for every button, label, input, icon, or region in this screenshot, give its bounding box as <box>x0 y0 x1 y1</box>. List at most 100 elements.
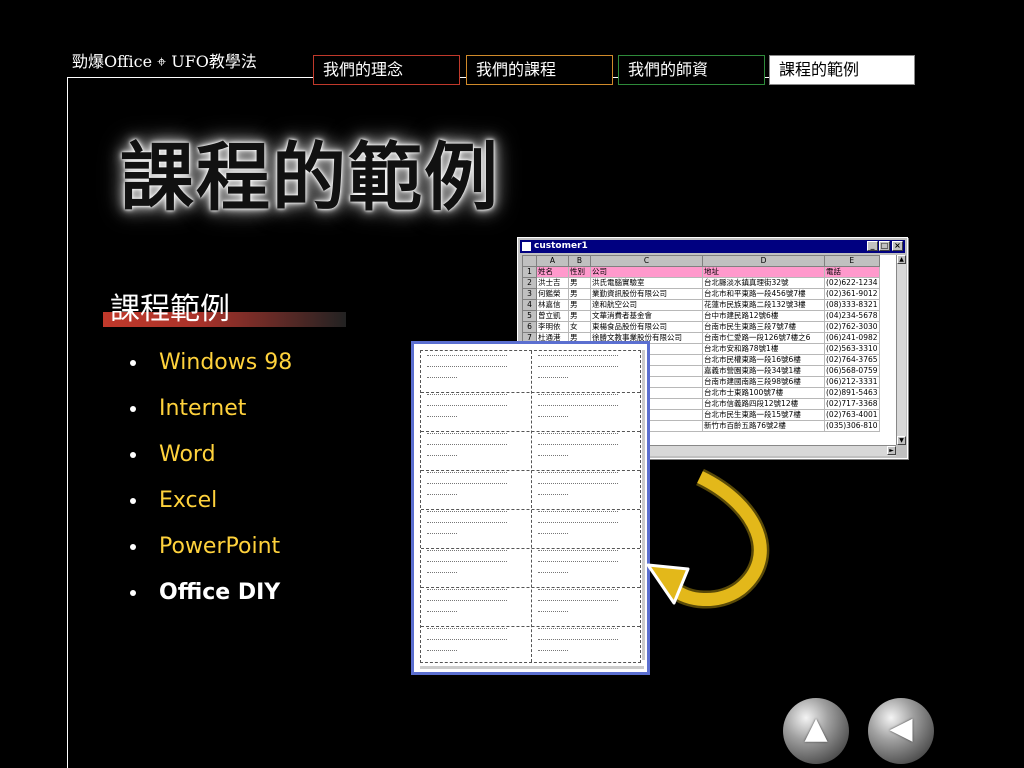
course-label: Windows 98 <box>159 350 293 375</box>
table-cell[interactable]: (02)717-3368 <box>824 398 880 410</box>
column-header-row: ABCDE <box>522 255 880 267</box>
scroll-right-icon[interactable]: ► <box>887 446 896 455</box>
table-cell[interactable]: (08)333-8321 <box>824 299 880 311</box>
table-cell[interactable]: 男 <box>568 277 591 289</box>
list-item: Internet <box>130 386 292 432</box>
table-cell[interactable]: 台北市民生東路一段15號7樓 <box>702 409 825 421</box>
table-cell[interactable]: 達和航空公司 <box>590 299 703 311</box>
label-text-line <box>427 444 507 447</box>
label-text-line <box>427 550 507 553</box>
table-cell[interactable]: 姓名 <box>536 266 569 278</box>
table-cell[interactable]: 業勤資訊股份有限公司 <box>590 288 703 300</box>
bullet-dot-icon <box>130 406 136 412</box>
table-cell[interactable]: 電話 <box>824 266 880 278</box>
table-cell[interactable]: 林嘉信 <box>536 299 569 311</box>
excel-app-icon <box>522 242 531 251</box>
table-cell[interactable]: 男 <box>568 310 591 322</box>
window-title: customer1 <box>534 241 588 251</box>
tab-our-philosophy[interactable]: 我們的理念 <box>313 55 460 85</box>
table-cell[interactable]: 文華消費者基金會 <box>590 310 703 322</box>
bullet-dot-icon <box>130 360 136 366</box>
bullet-dot-icon <box>130 452 136 458</box>
table-cell[interactable]: 女 <box>568 321 591 333</box>
row-header[interactable]: 1 <box>522 266 537 278</box>
corner-cell[interactable] <box>522 255 537 267</box>
scroll-up-icon[interactable]: ▲ <box>897 255 906 264</box>
maximize-icon[interactable]: □ <box>879 241 890 251</box>
minimize-icon[interactable]: _ <box>867 241 878 251</box>
list-item: Excel <box>130 478 292 524</box>
table-cell[interactable]: 洪氏電腦實驗室 <box>590 277 703 289</box>
table-cell[interactable]: 男 <box>568 288 591 300</box>
table-cell[interactable]: 性別 <box>568 266 591 278</box>
table-cell[interactable]: 新竹市百齡五路76號2樓 <box>702 420 825 432</box>
table-cell[interactable]: 地址 <box>702 266 825 278</box>
table-cell[interactable]: 台北市安和路78號1樓 <box>702 343 825 355</box>
table-cell[interactable]: (06)212-3331 <box>824 376 880 388</box>
table-cell[interactable]: 何鑑榮 <box>536 288 569 300</box>
label-row-divider <box>421 548 640 549</box>
row-header[interactable]: 6 <box>522 321 537 333</box>
label-text-line <box>538 639 618 642</box>
table-cell[interactable]: (02)764-3765 <box>824 354 880 366</box>
table-row: 2 洪士吉男洪氏電腦實驗室 台北縣淡水鎮真理街32號 (02)622-1234 <box>522 277 880 289</box>
tab-our-courses[interactable]: 我們的課程 <box>466 55 613 85</box>
label-row-divider <box>421 392 640 393</box>
table-cell[interactable]: (06)568-0759 <box>824 365 880 377</box>
row-header[interactable]: 3 <box>522 288 537 300</box>
tab-our-teachers[interactable]: 我們的師資 <box>618 55 765 85</box>
column-header[interactable]: A <box>536 255 569 267</box>
row-header[interactable]: 2 <box>522 277 537 289</box>
table-cell[interactable]: 台北市民權東路一段16號6樓 <box>702 354 825 366</box>
column-header[interactable]: E <box>824 255 880 267</box>
nav-up-button[interactable]: ▲ <box>783 698 849 764</box>
table-cell[interactable]: (06)241-0982 <box>824 332 880 344</box>
column-header[interactable]: C <box>590 255 703 267</box>
tab-course-examples[interactable]: 課程的範例 <box>769 55 915 85</box>
table-cell[interactable]: (02)762-3030 <box>824 321 880 333</box>
table-cell[interactable]: (04)234-5678 <box>824 310 880 322</box>
table-cell[interactable]: 男 <box>568 299 591 311</box>
nav-back-button[interactable]: ◀ <box>868 698 934 764</box>
table-cell[interactable]: 曾立凱 <box>536 310 569 322</box>
table-cell[interactable]: 花蓮市民族東路二段132號3樓 <box>702 299 825 311</box>
table-cell[interactable]: 洪士吉 <box>536 277 569 289</box>
scroll-down-icon[interactable]: ▼ <box>897 436 906 445</box>
table-cell[interactable]: 李明依 <box>536 321 569 333</box>
table-cell[interactable]: 台南市仁愛路一段126號7樓之6 <box>702 332 825 344</box>
row-header[interactable]: 4 <box>522 299 537 311</box>
table-cell[interactable]: (02)563-3310 <box>824 343 880 355</box>
row-header[interactable]: 5 <box>522 310 537 322</box>
label-text-line <box>538 600 618 603</box>
table-cell[interactable]: 台北縣淡水鎮真理街32號 <box>702 277 825 289</box>
table-cell[interactable]: 東楊食品股份有限公司 <box>590 321 703 333</box>
vertical-scrollbar[interactable]: ▲ ▼ <box>896 255 906 445</box>
column-header[interactable]: B <box>568 255 591 267</box>
table-cell[interactable]: (02)891-5463 <box>824 387 880 399</box>
table-cell[interactable]: 台北市信義路四段12號12樓 <box>702 398 825 410</box>
label-text-line <box>538 433 618 436</box>
table-cell[interactable]: 台南市民生東路三段7號7樓 <box>702 321 825 333</box>
table-cell[interactable]: (02)361-9012 <box>824 288 880 300</box>
label-text-line <box>538 416 568 419</box>
window-titlebar: customer1 _ □ × <box>520 240 905 253</box>
label-text-line <box>427 472 507 475</box>
table-cell[interactable]: (02)763-4001 <box>824 409 880 421</box>
label-column-divider <box>531 351 532 662</box>
table-cell[interactable]: 台南市建國南路三段98號6樓 <box>702 376 825 388</box>
label-text-line <box>538 366 618 369</box>
column-header[interactable]: D <box>702 255 825 267</box>
table-cell[interactable]: 台北市和平東路一段456號7樓 <box>702 288 825 300</box>
label-sheet <box>420 350 641 663</box>
table-cell[interactable]: 台北市士東路100號7樓 <box>702 387 825 399</box>
table-cell[interactable]: (02)622-1234 <box>824 277 880 289</box>
label-text-line <box>538 533 568 536</box>
list-item: PowerPoint <box>130 524 292 570</box>
close-icon[interactable]: × <box>892 241 903 251</box>
label-text-line <box>427 589 507 592</box>
table-cell[interactable]: 台中市建民路12號6樓 <box>702 310 825 322</box>
table-cell[interactable]: 公司 <box>590 266 703 278</box>
table-cell[interactable]: (035)306-810 <box>824 420 880 432</box>
label-text-line <box>538 355 618 358</box>
table-cell[interactable]: 嘉義市營園東路一段34號1樓 <box>702 365 825 377</box>
